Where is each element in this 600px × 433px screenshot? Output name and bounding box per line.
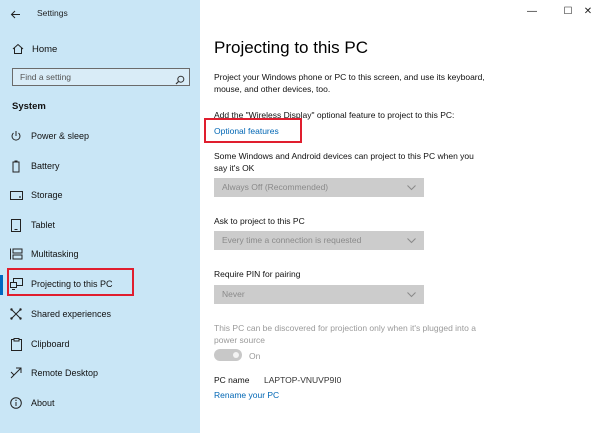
section-title: System (12, 101, 46, 112)
toggle-knob (233, 352, 239, 358)
sidebar-item-label: Remote Desktop (31, 368, 99, 378)
pc-name-value: LAPTOP-VNUVP9I0 (264, 375, 342, 385)
app-title: Settings (37, 8, 68, 18)
about-icon (8, 395, 24, 411)
power-source-toggle[interactable] (214, 349, 242, 361)
power-source-text: This PC can be discovered for projection… (214, 323, 476, 345)
page-description: Project your Windows phone or PC to this… (214, 72, 485, 94)
page-title: Projecting to this PC (214, 38, 369, 57)
highlight-box (204, 118, 302, 143)
home-nav-item[interactable]: Home (8, 38, 192, 60)
power-icon (8, 128, 24, 144)
sidebar-item-label: Multitasking (31, 249, 79, 259)
sidebar-item-remote-desktop[interactable]: Remote Desktop (8, 362, 192, 384)
chevron-down-icon (407, 236, 416, 246)
shared-experiences-icon (8, 306, 24, 322)
pc-name-label: PC name (214, 375, 250, 385)
storage-icon (8, 187, 24, 203)
sidebar-item-about[interactable]: About (8, 392, 192, 414)
require-pin-label: Require PIN for pairing (214, 269, 301, 279)
sidebar-item-tablet[interactable]: Tablet (8, 214, 192, 236)
search-icon[interactable] (175, 72, 185, 90)
titlebar-left: Settings (0, 0, 200, 28)
battery-icon (8, 158, 24, 174)
chevron-down-icon (407, 183, 416, 193)
sidebar-item-label: Clipboard (31, 339, 70, 349)
main-content: Projecting to this PC Project your Windo… (214, 0, 594, 433)
ask-to-project-label: Ask to project to this PC (214, 216, 305, 226)
toggle-state-label: On (249, 351, 261, 361)
sidebar-item-battery[interactable]: Battery (8, 155, 192, 177)
sidebar-item-power-sleep[interactable]: Power & sleep (8, 125, 192, 147)
remote-desktop-icon (8, 365, 24, 381)
projection-permission-text: Some Windows and Android devices can pro… (214, 151, 474, 173)
multitasking-icon (8, 246, 24, 262)
sidebar-item-multitasking[interactable]: Multitasking (8, 243, 192, 265)
selected-indicator (0, 275, 3, 295)
sidebar-item-label: Shared experiences (31, 309, 112, 319)
tablet-icon (8, 217, 24, 233)
sidebar: Settings Home Find a setting System Powe… (0, 0, 200, 433)
sidebar-item-label: Storage (31, 190, 63, 200)
back-arrow-icon (10, 10, 20, 19)
back-button[interactable] (6, 5, 24, 23)
require-pin-dropdown[interactable]: Never (214, 285, 424, 304)
sidebar-item-label: Tablet (31, 220, 56, 230)
sidebar-item-storage[interactable]: Storage (8, 184, 192, 206)
sidebar-item-label: Power & sleep (31, 131, 90, 141)
clipboard-icon (8, 336, 24, 352)
search-input[interactable]: Find a setting (12, 68, 190, 86)
sidebar-item-clipboard[interactable]: Clipboard (8, 333, 192, 355)
home-label: Home (32, 43, 58, 55)
chevron-down-icon (407, 290, 416, 300)
sidebar-item-label: About (31, 398, 55, 408)
dropdown-value: Every time a connection is requested (222, 235, 362, 245)
dropdown-value: Never (222, 289, 245, 299)
highlight-box (7, 268, 134, 296)
home-icon (8, 43, 28, 55)
dropdown-value: Always Off (Recommended) (222, 182, 329, 192)
projection-availability-dropdown[interactable]: Always Off (Recommended) (214, 178, 424, 197)
ask-to-project-dropdown[interactable]: Every time a connection is requested (214, 231, 424, 250)
sidebar-item-shared-experiences[interactable]: Shared experiences (8, 303, 192, 325)
search-placeholder: Find a setting (20, 72, 72, 82)
rename-pc-link[interactable]: Rename your PC (214, 390, 279, 400)
sidebar-item-label: Battery (31, 161, 60, 171)
